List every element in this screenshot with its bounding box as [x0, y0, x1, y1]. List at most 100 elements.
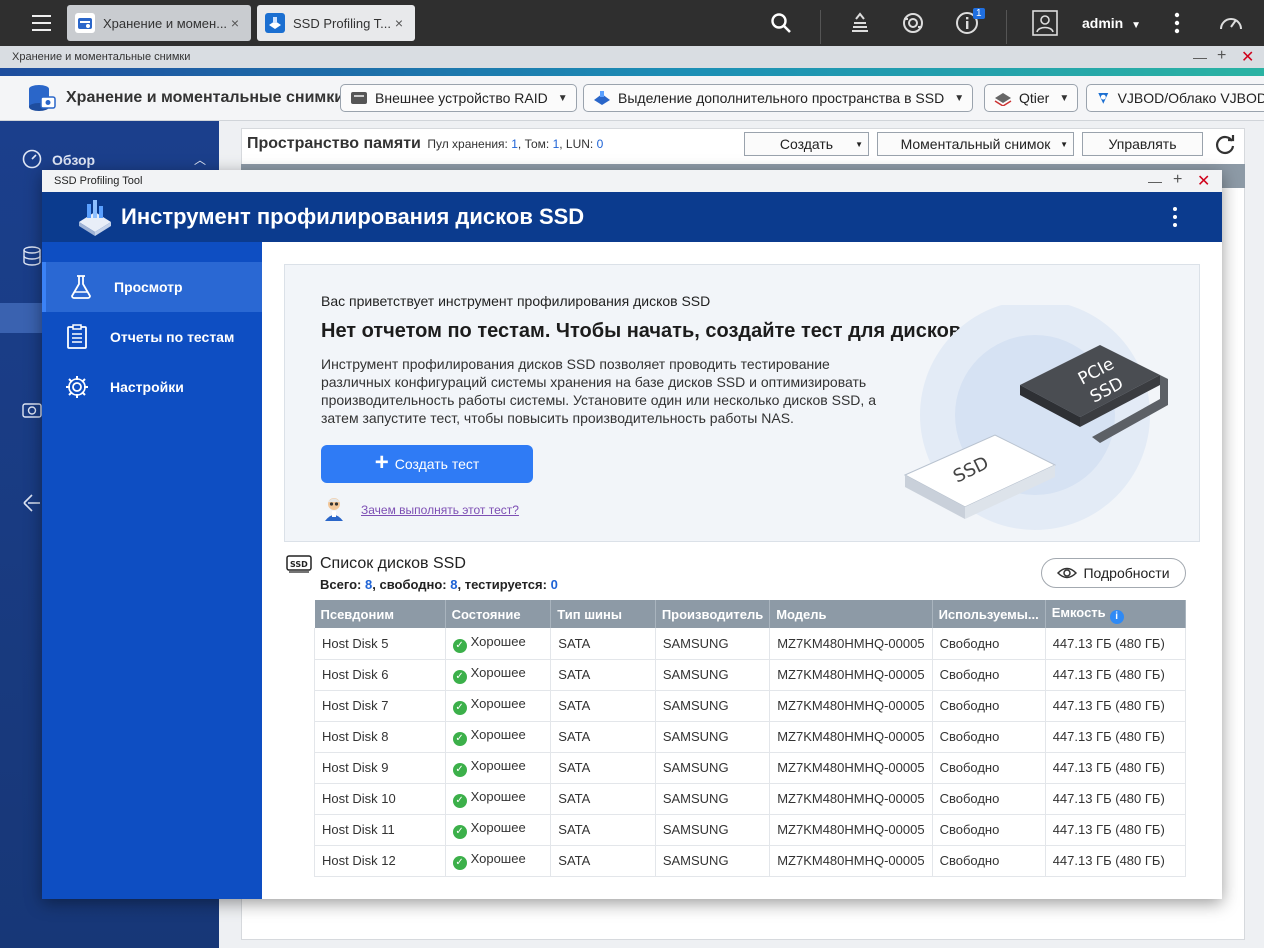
tab-storage[interactable]: Хранение и момен... × — [67, 5, 251, 41]
notification-badge: 1 — [973, 8, 985, 19]
window-title: Хранение и моментальные снимки — [12, 51, 191, 63]
check-circle-icon: ✓ — [452, 638, 467, 653]
cell-alias: Host Disk 8 — [314, 721, 446, 753]
remote-connection-icon[interactable] — [22, 493, 42, 516]
task-stack-icon[interactable] — [845, 8, 875, 38]
cell-usage: Свободно — [932, 752, 1046, 784]
main-menu-button[interactable] — [22, 9, 60, 37]
cell-bus-type: SATA — [550, 659, 656, 691]
cell-bus-type: SATA — [550, 752, 656, 784]
info-icon[interactable]: i — [1109, 609, 1124, 624]
close-icon[interactable]: ✕ — [1241, 47, 1254, 67]
cell-model: MZ7KM480HMHQ-00005 — [769, 814, 933, 846]
cell-alias: Host Disk 6 — [314, 659, 446, 691]
user-menu[interactable]: admin ▼ — [1082, 15, 1141, 31]
maximize-icon[interactable]: + — [1173, 171, 1182, 189]
minimize-icon[interactable]: — — [1148, 173, 1162, 189]
sync-icon[interactable] — [898, 8, 928, 38]
app-title: Хранение и моментальные снимки — [66, 89, 345, 106]
table-row[interactable]: Host Disk 6 ✓ Хорошее SATA SAMSUNG MZ7KM480HM… — [314, 659, 1187, 691]
more-options-icon[interactable] — [1162, 8, 1192, 38]
clipboard-icon — [64, 324, 90, 350]
maximize-icon[interactable]: + — [1217, 47, 1226, 65]
cell-vendor: SAMSUNG — [655, 628, 771, 660]
storage-app-logo-icon — [26, 83, 56, 116]
cell-vendor: SAMSUNG — [655, 690, 771, 722]
cell-capacity: 447.13 ГБ (480 ГБ) — [1045, 783, 1187, 815]
close-icon[interactable]: × — [391, 15, 407, 31]
table-row[interactable]: Host Disk 8 ✓ Хорошее SATA SAMSUNG MZ7KM480HM… — [314, 721, 1187, 753]
table-header-row: Псевдоним Состояние Тип шины Производите… — [314, 600, 1187, 628]
cell-model: MZ7KM480HMHQ-00005 — [769, 845, 933, 877]
column-header-model[interactable]: Модель — [769, 600, 933, 628]
pill-label: Выделение дополнительного пространства в… — [618, 90, 945, 106]
cell-status: ✓ Хорошее — [445, 690, 552, 722]
storage-disk-icon[interactable] — [22, 246, 42, 269]
cell-usage: Свободно — [932, 845, 1046, 877]
chevron-down-icon: ▼ — [1059, 92, 1070, 104]
button-label: Создать тест — [394, 456, 480, 472]
nav-item-overview[interactable]: Просмотр — [42, 262, 262, 312]
cell-alias: Host Disk 11 — [314, 814, 446, 846]
table-row[interactable]: Host Disk 12 ✓ Хорошее SATA SAMSUNG MZ7KM480H… — [314, 845, 1187, 877]
user-name: admin — [1082, 15, 1124, 31]
column-header-alias[interactable]: Псевдоним — [314, 600, 446, 628]
ssd-overprovisioning-dropdown[interactable]: Выделение дополнительного пространства в… — [583, 84, 974, 112]
create-test-button[interactable]: + Создать тест — [321, 445, 533, 483]
column-header-status[interactable]: Состояние — [445, 600, 552, 628]
column-header-usage[interactable]: Используемы... — [932, 600, 1046, 628]
check-circle-icon: ✓ — [452, 763, 467, 777]
manage-button[interactable]: Управлять — [1082, 132, 1203, 156]
cell-capacity: 447.13 ГБ (480 ГБ) — [1045, 721, 1187, 753]
qtier-dropdown[interactable]: Qtier ▼ — [984, 84, 1079, 112]
svg-text:SSD: SSD — [290, 560, 308, 569]
table-row[interactable]: Host Disk 7 ✓ Хорошее SATA SAMSUNG MZ7KM480HM… — [314, 690, 1187, 722]
column-header-bus-type[interactable]: Тип шины — [550, 600, 656, 628]
refresh-icon[interactable] — [1213, 132, 1237, 159]
snapshot-dropdown-button[interactable]: Моментальный снимок ▼ — [877, 132, 1074, 156]
details-button[interactable]: Подробности — [1041, 558, 1186, 588]
table-row[interactable]: Host Disk 9 ✓ Хорошее SATA SAMSUNG MZ7KM480HM… — [314, 752, 1187, 784]
external-raid-dropdown[interactable]: Внешнее устройство RAID ▼ — [340, 84, 577, 112]
cell-usage: Свободно — [932, 783, 1046, 815]
nav-item-test-reports[interactable]: Отчеты по тестам — [42, 312, 262, 362]
tab-label: Хранение и момен... — [103, 15, 227, 31]
search-icon[interactable] — [766, 8, 796, 38]
table-row[interactable]: Host Disk 11 ✓ Хорошее SATA SAMSUNG MZ7KM480H… — [314, 814, 1187, 846]
cell-bus-type: SATA — [550, 845, 656, 877]
column-header-vendor[interactable]: Производитель — [655, 600, 771, 628]
snapshot-icon[interactable] — [22, 401, 42, 422]
table-row[interactable]: Host Disk 5 ✓ Хорошее SATA SAMSUNG MZ7KM480HM… — [314, 628, 1187, 660]
create-dropdown-button[interactable]: Создать ▼ — [744, 132, 869, 156]
more-options-icon[interactable] — [1167, 205, 1183, 229]
chevron-down-icon: ▼ — [557, 92, 568, 104]
cell-bus-type: SATA — [550, 783, 656, 815]
ssd-disk-table: Псевдоним Состояние Тип шины Производите… — [314, 600, 1187, 877]
close-icon[interactable]: ✕ — [1197, 171, 1210, 191]
cell-usage: Свободно — [932, 690, 1046, 722]
ssd-provision-icon — [594, 91, 610, 105]
user-avatar-icon[interactable] — [1030, 8, 1060, 38]
table-row[interactable]: Host Disk 10 ✓ Хорошее SATA SAMSUNG MZ7KM480H… — [314, 783, 1187, 815]
cell-alias: Host Disk 5 — [314, 628, 446, 660]
storage-toolbar: Хранение и моментальные снимки Внешнее у… — [0, 76, 1264, 121]
tab-ssd-profiling[interactable]: SSD Profiling T... × — [257, 5, 415, 41]
nav-item-settings[interactable]: Настройки — [42, 362, 262, 412]
cell-model: MZ7KM480HMHQ-00005 — [769, 752, 933, 784]
minimize-icon[interactable]: — — [1193, 49, 1207, 65]
overview-gauge-icon[interactable] — [22, 149, 42, 172]
notification-icon[interactable]: 1 — [952, 8, 985, 38]
vjbod-dropdown[interactable]: VJBOD/Облако VJBOD — [1086, 84, 1264, 112]
vjbod-icon — [1098, 93, 1109, 104]
close-icon[interactable]: × — [227, 15, 243, 31]
app-header-title: Инструмент профилирования дисков SSD — [121, 204, 585, 229]
cell-model: MZ7KM480HMHQ-00005 — [769, 628, 933, 660]
dashboard-gauge-icon[interactable] — [1216, 8, 1246, 38]
welcome-subtitle: Вас приветствует инструмент профилирован… — [321, 293, 711, 309]
column-header-capacity[interactable]: Емкость i — [1045, 600, 1187, 628]
cell-bus-type: SATA — [550, 814, 656, 846]
divider — [1006, 10, 1007, 44]
chevron-up-icon[interactable]: ︿ — [194, 151, 206, 168]
why-test-link[interactable]: Зачем выполнять этот тест? — [361, 503, 519, 517]
sidebar-item-overview[interactable]: Обзор — [52, 152, 95, 168]
